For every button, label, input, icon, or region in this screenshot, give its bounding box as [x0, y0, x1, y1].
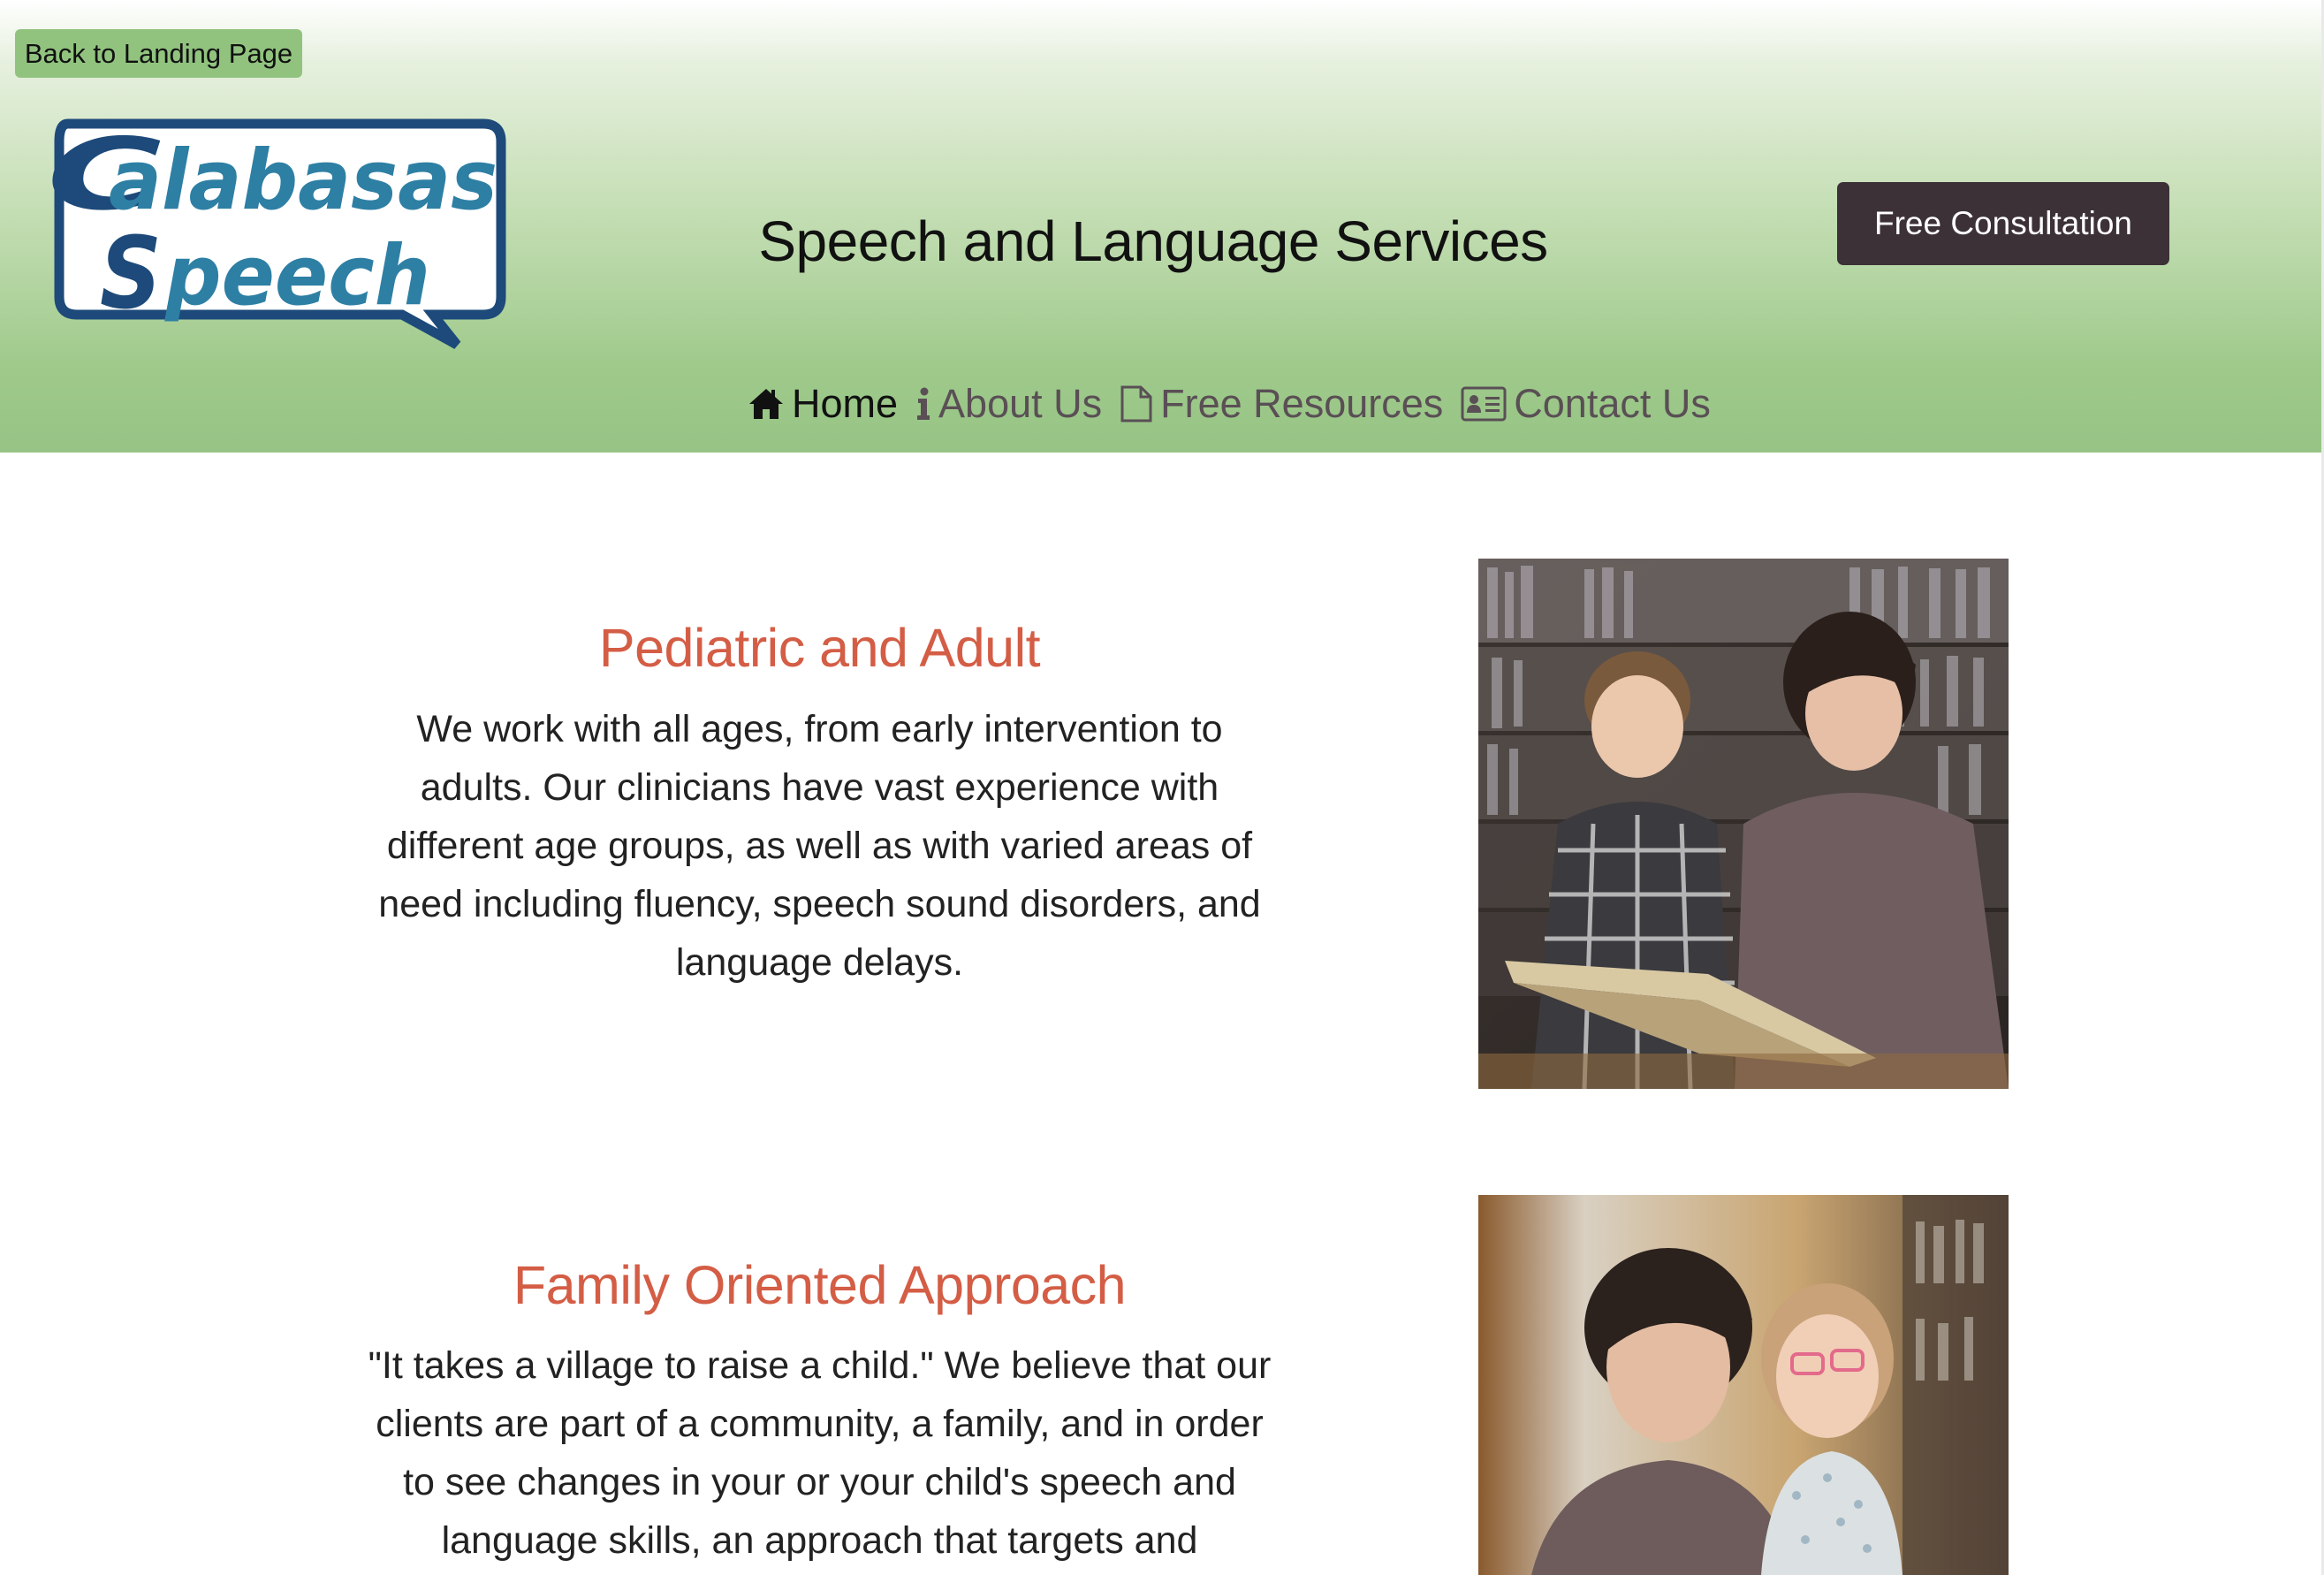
- free-consultation-button[interactable]: Free Consultation: [1837, 182, 2169, 265]
- info-icon: [915, 387, 931, 421]
- nav-item-contact-us[interactable]: Contact Us: [1461, 381, 1711, 427]
- logo-line1: alabasas: [109, 133, 497, 229]
- page: Back to Landing Page C alabasas S peech …: [0, 0, 2324, 1575]
- text-line: "It takes a village to raise a child." W…: [368, 1344, 1272, 1387]
- calabasas-speech-logo[interactable]: C alabasas S peech: [49, 113, 517, 352]
- nav-item-free-resources[interactable]: Free Resources: [1120, 381, 1443, 427]
- text-line: adults. Our clinicians have vast experie…: [420, 766, 1219, 809]
- nav-item-home[interactable]: Home: [748, 381, 898, 427]
- logo-line2: peech: [164, 228, 430, 324]
- site-header: Back to Landing Page C alabasas S peech …: [0, 0, 2321, 453]
- nav-item-label: About Us: [938, 381, 1103, 426]
- site-title: Speech and Language Services: [758, 209, 1548, 273]
- photo-woman-with-girl: [1478, 1195, 2009, 1575]
- document-icon: [1120, 384, 1153, 423]
- text-line: We work with all ages, from early interv…: [416, 708, 1223, 750]
- contact-card-icon: [1461, 386, 1507, 422]
- home-icon: [748, 387, 785, 421]
- section-text: "It takes a village to raise a child." W…: [318, 1336, 1321, 1570]
- nav-item-label: Contact Us: [1514, 381, 1711, 426]
- text-line: language skills, an approach that target…: [441, 1519, 1198, 1562]
- logo-s: S: [100, 217, 162, 331]
- photo-woman-reading-with-boy: [1478, 559, 2009, 1089]
- section-heading: Family Oriented Approach: [513, 1255, 1127, 1315]
- nav-item-label: Home: [792, 381, 899, 426]
- text-line: need including fluency, speech sound dis…: [378, 883, 1261, 925]
- text-line: clients are part of a community, a famil…: [376, 1403, 1264, 1445]
- back-to-landing-button[interactable]: Back to Landing Page: [15, 29, 302, 78]
- text-line: language delays.: [675, 941, 964, 984]
- section-text: We work with all ages, from early interv…: [318, 700, 1321, 992]
- section-heading: Pediatric and Adult: [598, 618, 1041, 678]
- nav-item-about-us[interactable]: About Us: [915, 381, 1102, 427]
- text-line: to see changes in your or your child's s…: [403, 1461, 1236, 1503]
- main-nav: Home About Us Free Resources Contact Us: [748, 373, 1711, 435]
- text-line: different age groups, as well as with va…: [386, 825, 1253, 867]
- nav-item-label: Free Resources: [1160, 381, 1444, 426]
